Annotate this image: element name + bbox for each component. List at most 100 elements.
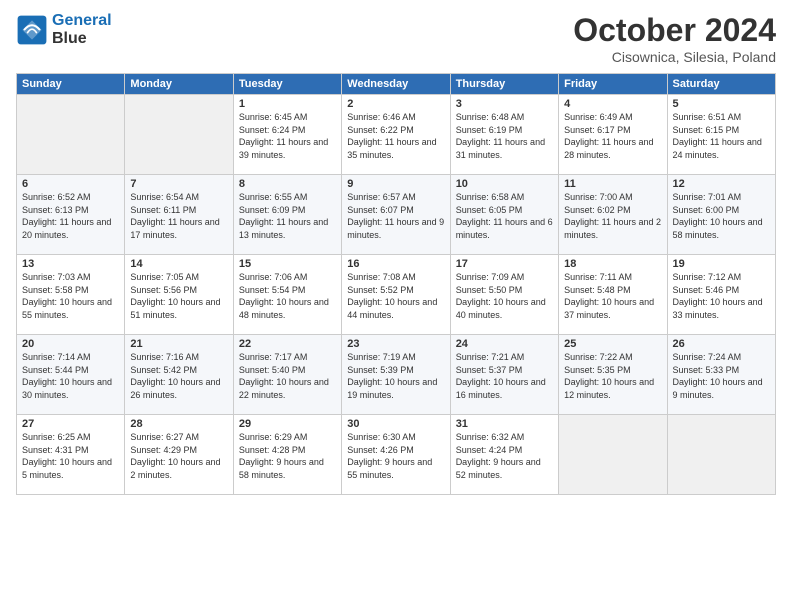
day-cell: 30Sunrise: 6:30 AM Sunset: 4:26 PM Dayli… <box>342 415 450 495</box>
weekday-header-row: SundayMondayTuesdayWednesdayThursdayFrid… <box>17 74 776 95</box>
day-info: Sunrise: 7:21 AM Sunset: 5:37 PM Dayligh… <box>456 351 553 401</box>
day-cell: 11Sunrise: 7:00 AM Sunset: 6:02 PM Dayli… <box>559 175 667 255</box>
day-number: 11 <box>564 178 661 190</box>
day-number: 16 <box>347 258 444 270</box>
day-info: Sunrise: 6:45 AM Sunset: 6:24 PM Dayligh… <box>239 111 336 161</box>
day-cell: 1Sunrise: 6:45 AM Sunset: 6:24 PM Daylig… <box>233 95 341 175</box>
day-cell: 3Sunrise: 6:48 AM Sunset: 6:19 PM Daylig… <box>450 95 558 175</box>
logo-blue: Blue <box>52 30 87 47</box>
day-cell: 23Sunrise: 7:19 AM Sunset: 5:39 PM Dayli… <box>342 335 450 415</box>
day-info: Sunrise: 7:12 AM Sunset: 5:46 PM Dayligh… <box>673 271 770 321</box>
weekday-header-wednesday: Wednesday <box>342 74 450 95</box>
day-info: Sunrise: 6:48 AM Sunset: 6:19 PM Dayligh… <box>456 111 553 161</box>
day-number: 21 <box>130 338 227 350</box>
day-number: 31 <box>456 418 553 430</box>
day-cell: 15Sunrise: 7:06 AM Sunset: 5:54 PM Dayli… <box>233 255 341 335</box>
weekday-header-thursday: Thursday <box>450 74 558 95</box>
day-number: 13 <box>22 258 119 270</box>
day-cell <box>667 415 775 495</box>
calendar-table: SundayMondayTuesdayWednesdayThursdayFrid… <box>16 73 776 495</box>
weekday-header-monday: Monday <box>125 74 233 95</box>
day-cell: 31Sunrise: 6:32 AM Sunset: 4:24 PM Dayli… <box>450 415 558 495</box>
day-info: Sunrise: 7:24 AM Sunset: 5:33 PM Dayligh… <box>673 351 770 401</box>
day-info: Sunrise: 6:51 AM Sunset: 6:15 PM Dayligh… <box>673 111 770 161</box>
logo-text: General Blue <box>52 12 112 47</box>
day-number: 22 <box>239 338 336 350</box>
day-info: Sunrise: 6:25 AM Sunset: 4:31 PM Dayligh… <box>22 431 119 481</box>
day-info: Sunrise: 7:01 AM Sunset: 6:00 PM Dayligh… <box>673 191 770 241</box>
day-cell: 18Sunrise: 7:11 AM Sunset: 5:48 PM Dayli… <box>559 255 667 335</box>
day-info: Sunrise: 6:30 AM Sunset: 4:26 PM Dayligh… <box>347 431 444 481</box>
day-cell: 4Sunrise: 6:49 AM Sunset: 6:17 PM Daylig… <box>559 95 667 175</box>
day-cell: 12Sunrise: 7:01 AM Sunset: 6:00 PM Dayli… <box>667 175 775 255</box>
weekday-header-sunday: Sunday <box>17 74 125 95</box>
day-number: 14 <box>130 258 227 270</box>
day-info: Sunrise: 7:06 AM Sunset: 5:54 PM Dayligh… <box>239 271 336 321</box>
day-cell: 13Sunrise: 7:03 AM Sunset: 5:58 PM Dayli… <box>17 255 125 335</box>
day-info: Sunrise: 6:55 AM Sunset: 6:09 PM Dayligh… <box>239 191 336 241</box>
day-info: Sunrise: 6:27 AM Sunset: 4:29 PM Dayligh… <box>130 431 227 481</box>
day-cell: 21Sunrise: 7:16 AM Sunset: 5:42 PM Dayli… <box>125 335 233 415</box>
day-info: Sunrise: 7:00 AM Sunset: 6:02 PM Dayligh… <box>564 191 661 241</box>
day-info: Sunrise: 6:46 AM Sunset: 6:22 PM Dayligh… <box>347 111 444 161</box>
day-cell: 25Sunrise: 7:22 AM Sunset: 5:35 PM Dayli… <box>559 335 667 415</box>
week-row-1: 1Sunrise: 6:45 AM Sunset: 6:24 PM Daylig… <box>17 95 776 175</box>
day-number: 29 <box>239 418 336 430</box>
day-info: Sunrise: 6:32 AM Sunset: 4:24 PM Dayligh… <box>456 431 553 481</box>
day-number: 28 <box>130 418 227 430</box>
month-title: October 2024 <box>573 12 776 49</box>
day-number: 24 <box>456 338 553 350</box>
day-cell: 8Sunrise: 6:55 AM Sunset: 6:09 PM Daylig… <box>233 175 341 255</box>
header: General Blue October 2024 Cisownica, Sil… <box>16 12 776 65</box>
day-info: Sunrise: 7:08 AM Sunset: 5:52 PM Dayligh… <box>347 271 444 321</box>
day-number: 8 <box>239 178 336 190</box>
calendar-page: General Blue October 2024 Cisownica, Sil… <box>0 0 792 612</box>
day-cell: 10Sunrise: 6:58 AM Sunset: 6:05 PM Dayli… <box>450 175 558 255</box>
week-row-3: 13Sunrise: 7:03 AM Sunset: 5:58 PM Dayli… <box>17 255 776 335</box>
day-info: Sunrise: 7:05 AM Sunset: 5:56 PM Dayligh… <box>130 271 227 321</box>
day-cell: 7Sunrise: 6:54 AM Sunset: 6:11 PM Daylig… <box>125 175 233 255</box>
day-info: Sunrise: 6:29 AM Sunset: 4:28 PM Dayligh… <box>239 431 336 481</box>
week-row-4: 20Sunrise: 7:14 AM Sunset: 5:44 PM Dayli… <box>17 335 776 415</box>
day-info: Sunrise: 6:52 AM Sunset: 6:13 PM Dayligh… <box>22 191 119 241</box>
day-cell <box>17 95 125 175</box>
weekday-header-friday: Friday <box>559 74 667 95</box>
day-number: 15 <box>239 258 336 270</box>
week-row-5: 27Sunrise: 6:25 AM Sunset: 4:31 PM Dayli… <box>17 415 776 495</box>
day-number: 17 <box>456 258 553 270</box>
weekday-header-saturday: Saturday <box>667 74 775 95</box>
day-cell: 2Sunrise: 6:46 AM Sunset: 6:22 PM Daylig… <box>342 95 450 175</box>
day-number: 23 <box>347 338 444 350</box>
day-number: 2 <box>347 98 444 110</box>
day-cell: 6Sunrise: 6:52 AM Sunset: 6:13 PM Daylig… <box>17 175 125 255</box>
day-cell: 17Sunrise: 7:09 AM Sunset: 5:50 PM Dayli… <box>450 255 558 335</box>
day-cell: 27Sunrise: 6:25 AM Sunset: 4:31 PM Dayli… <box>17 415 125 495</box>
day-cell: 26Sunrise: 7:24 AM Sunset: 5:33 PM Dayli… <box>667 335 775 415</box>
day-number: 9 <box>347 178 444 190</box>
day-info: Sunrise: 7:19 AM Sunset: 5:39 PM Dayligh… <box>347 351 444 401</box>
day-info: Sunrise: 7:16 AM Sunset: 5:42 PM Dayligh… <box>130 351 227 401</box>
day-info: Sunrise: 7:14 AM Sunset: 5:44 PM Dayligh… <box>22 351 119 401</box>
day-number: 12 <box>673 178 770 190</box>
day-number: 25 <box>564 338 661 350</box>
day-info: Sunrise: 7:09 AM Sunset: 5:50 PM Dayligh… <box>456 271 553 321</box>
logo-general: General <box>52 12 112 29</box>
day-number: 26 <box>673 338 770 350</box>
day-number: 3 <box>456 98 553 110</box>
logo: General Blue <box>16 12 112 47</box>
day-cell: 5Sunrise: 6:51 AM Sunset: 6:15 PM Daylig… <box>667 95 775 175</box>
day-number: 7 <box>130 178 227 190</box>
day-info: Sunrise: 6:57 AM Sunset: 6:07 PM Dayligh… <box>347 191 444 241</box>
title-block: October 2024 Cisownica, Silesia, Poland <box>573 12 776 65</box>
day-number: 1 <box>239 98 336 110</box>
day-info: Sunrise: 7:17 AM Sunset: 5:40 PM Dayligh… <box>239 351 336 401</box>
day-cell: 20Sunrise: 7:14 AM Sunset: 5:44 PM Dayli… <box>17 335 125 415</box>
week-row-2: 6Sunrise: 6:52 AM Sunset: 6:13 PM Daylig… <box>17 175 776 255</box>
day-cell: 24Sunrise: 7:21 AM Sunset: 5:37 PM Dayli… <box>450 335 558 415</box>
day-cell <box>125 95 233 175</box>
location: Cisownica, Silesia, Poland <box>573 49 776 65</box>
day-number: 10 <box>456 178 553 190</box>
day-info: Sunrise: 6:54 AM Sunset: 6:11 PM Dayligh… <box>130 191 227 241</box>
day-cell: 22Sunrise: 7:17 AM Sunset: 5:40 PM Dayli… <box>233 335 341 415</box>
day-info: Sunrise: 7:03 AM Sunset: 5:58 PM Dayligh… <box>22 271 119 321</box>
